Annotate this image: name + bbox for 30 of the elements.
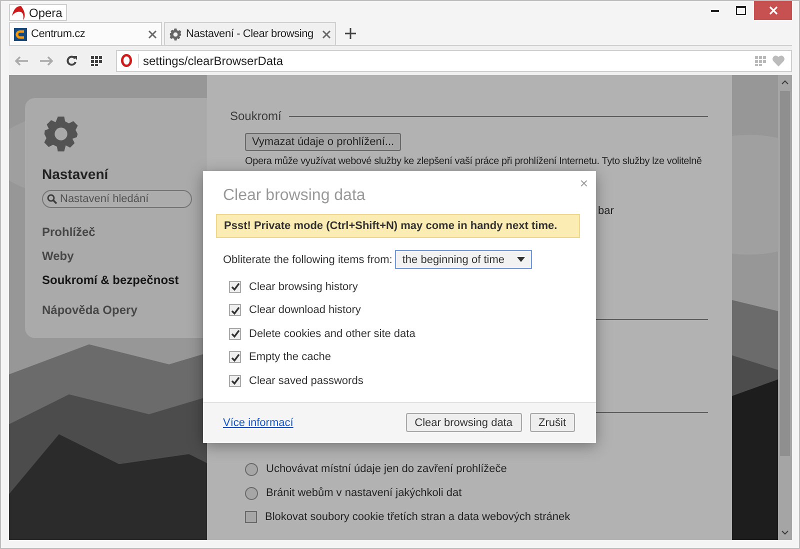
more-info-link[interactable]: Více informací: [223, 416, 398, 428]
range-label: Obliterate the following items from:: [223, 254, 392, 266]
time-range-dropdown[interactable]: the beginning of time: [395, 250, 532, 269]
section-title: Soukromí: [230, 109, 282, 123]
checkbox-label: Delete cookies and other site data: [249, 328, 416, 340]
browser-tab[interactable]: Centrum.cz: [9, 22, 162, 45]
option-label: Blokovat soubory cookie třetích stran a data webových stránek: [265, 511, 570, 523]
checkbox-label: Clear download history: [249, 304, 361, 316]
address-bar[interactable]: settings/clearBrowserData: [116, 50, 792, 72]
checkbox-label: Clear browsing history: [249, 280, 358, 293]
checkbox-label: Clear saved passwords: [249, 374, 364, 387]
opera-menu-button[interactable]: Opera: [9, 4, 68, 21]
sidebar-title: Nastavení: [42, 166, 110, 182]
clear-data-button[interactable]: Vymazat údaje o prohlížení...: [245, 133, 402, 151]
description-text: bar: [598, 205, 615, 217]
notice-banner: Psst! Private mode (Ctrl+Shift+N) may come in handy next time.: [216, 214, 580, 238]
cancel-button[interactable]: Zrušit: [530, 413, 575, 432]
search-field[interactable]: Nastavení hledání: [42, 190, 192, 208]
sidebar-item[interactable]: Soukromí & bezpečnost: [42, 268, 207, 292]
browser-tab[interactable]: Nastavení - Clear browsing: [164, 22, 336, 45]
sidebar-item[interactable]: Nápověda Opery: [42, 298, 207, 322]
dialog-title: Clear browsing data: [223, 187, 366, 205]
clear-browsing-data-button[interactable]: Clear browsing data: [406, 413, 522, 432]
checkbox-label: Empty the cache: [249, 351, 331, 364]
sidebar-item[interactable]: Weby: [42, 244, 207, 268]
sidebar-item[interactable]: Prohlížeč: [42, 220, 207, 244]
option-label: Uchovávat místní údaje jen do zavření prohlížeče: [266, 463, 507, 475]
option-label: Bránit webům v nastavení jakýchkoli dat: [266, 487, 462, 499]
description-text: Opera může využívat webové služby ke zlepšení vaší práce při prohlížení Internetu. Tyto služby lze volitelně: [245, 156, 702, 167]
search-input[interactable]: Nastavení hledání: [60, 193, 170, 205]
